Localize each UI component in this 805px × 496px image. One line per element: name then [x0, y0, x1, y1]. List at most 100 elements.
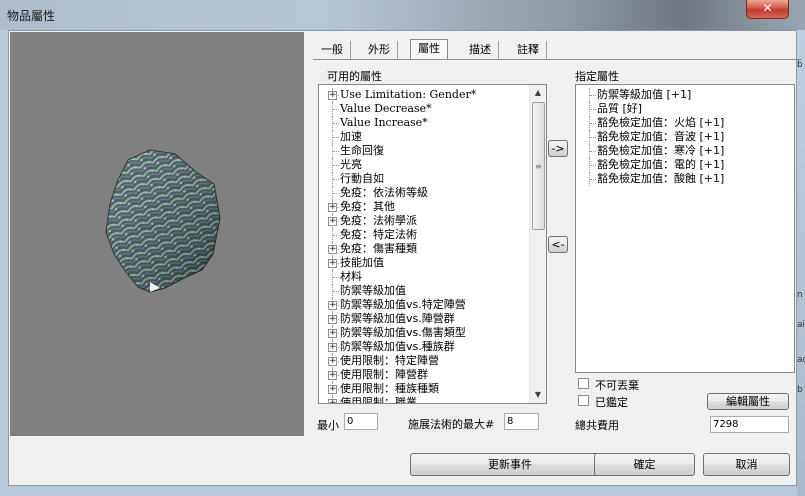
available-item-label: 免疫：特定法術 — [340, 228, 417, 241]
available-list-item[interactable]: + Use Limitation: Gender* — [319, 88, 531, 102]
assigned-list-item[interactable]: 豁免檢定加值：火焰 [+1] — [576, 116, 794, 130]
available-list-item[interactable]: + 防禦等級加值vs.特定陣營 — [319, 298, 531, 312]
ok-button[interactable]: 確定 — [594, 453, 695, 476]
available-item-label: 免疫：其他 — [340, 200, 395, 213]
min-label: 最小 — [317, 419, 339, 432]
tree-branch — [590, 109, 596, 110]
available-item-label: 行動自如 — [340, 172, 384, 185]
expand-plus-icon[interactable]: + — [328, 301, 337, 310]
expand-plus-icon[interactable]: + — [328, 329, 337, 338]
available-list-item[interactable]: + 免疫：法術學派 — [319, 214, 531, 228]
assigned-item-label: 豁免檢定加值：酸蝕 [+1] — [597, 172, 725, 185]
available-list-item[interactable]: 行動自如 — [319, 172, 531, 186]
assigned-header: 指定屬性 — [575, 70, 619, 83]
assigned-item-label: 豁免檢定加值：寒冷 [+1] — [597, 144, 725, 157]
available-item-label: 材料 — [340, 270, 362, 283]
title-bar[interactable]: 物品屬性 ✕ — [0, 0, 805, 30]
tab-strip: 一般 外形 屬性 描述 註釋 — [314, 39, 564, 60]
available-list-item[interactable]: 光亮 — [319, 158, 531, 172]
tree-branch — [590, 137, 596, 138]
available-properties-list[interactable]: + Use Limitation: Gender* Value Decrease* V… — [318, 84, 547, 404]
tab-appearance[interactable]: 外形 — [361, 41, 398, 59]
available-item-label: 加速 — [340, 130, 362, 143]
available-item-label: 使用限制：陣營群 — [340, 368, 428, 381]
tab-comments[interactable]: 註釋 — [510, 41, 547, 59]
expand-plus-icon[interactable]: + — [328, 217, 337, 226]
tree-branch — [333, 291, 339, 292]
available-list-item[interactable]: + 免疫：其他 — [319, 200, 531, 214]
assigned-list-item[interactable]: 品質 [好] — [576, 102, 794, 116]
item-model-image — [105, 149, 221, 293]
expand-plus-icon[interactable]: + — [328, 315, 337, 324]
available-item-label: 技能加值 — [340, 256, 384, 269]
available-list-item[interactable]: + 使用限制：種族種類 — [319, 382, 531, 396]
assigned-list-item[interactable]: 豁免檢定加值：寒冷 [+1] — [576, 144, 794, 158]
identified-label: 已鑑定 — [595, 396, 628, 409]
assigned-list-item[interactable]: 豁免檢定加值：音波 [+1] — [576, 130, 794, 144]
available-list-item[interactable]: 免疫：依法術等級 — [319, 186, 531, 200]
expand-plus-icon[interactable]: + — [328, 259, 337, 268]
available-list-item[interactable]: 材料 — [319, 270, 531, 284]
available-list-item[interactable]: Value Decrease* — [319, 102, 531, 116]
available-item-label: 使用限制：職業 — [340, 396, 417, 404]
identified-checkbox[interactable] — [578, 395, 589, 406]
available-item-label: 防禦等級加值vs.種族群 — [340, 340, 455, 353]
close-icon: ✕ — [762, 1, 773, 15]
max-spell-field[interactable]: 8 — [504, 413, 539, 430]
available-list-item[interactable]: + 防禦等級加值vs.陣營群 — [319, 312, 531, 326]
available-item-label: 防禦等級加值vs.陣營群 — [340, 312, 455, 325]
scroll-up-icon[interactable]: ▲ — [530, 85, 546, 101]
tree-branch — [333, 137, 339, 138]
tree-branch — [333, 151, 339, 152]
available-list-item[interactable]: 加速 — [319, 130, 531, 144]
tab-general[interactable]: 一般 — [314, 41, 351, 59]
max-spell-label: 施展法術的最大# — [408, 418, 495, 431]
available-list-item[interactable]: 免疫：特定法術 — [319, 228, 531, 242]
window-frame: 物品屬性 ✕ b n ai ac b 一般 外形 屬性 描述 註釋 可用的屬性 … — [0, 0, 805, 496]
expand-plus-icon[interactable]: + — [328, 245, 337, 254]
expand-plus-icon[interactable]: + — [328, 343, 337, 352]
expand-plus-icon[interactable]: + — [328, 385, 337, 394]
close-button[interactable]: ✕ — [746, 0, 789, 19]
available-list-item[interactable]: + 使用限制：陣營群 — [319, 368, 531, 382]
tree-branch — [590, 179, 596, 180]
available-list-item[interactable]: 防禦等級加值 — [319, 284, 531, 298]
window-title: 物品屬性 — [7, 9, 56, 23]
undroppable-checkbox[interactable] — [578, 378, 589, 389]
scroll-down-icon[interactable]: ▼ — [530, 387, 546, 403]
expand-plus-icon[interactable]: + — [328, 371, 337, 380]
available-item-label: 光亮 — [340, 158, 362, 171]
assigned-item-label: 豁免檢定加值：火焰 [+1] — [597, 116, 725, 129]
available-list-item[interactable]: + 技能加值 — [319, 256, 531, 270]
assigned-list-item[interactable]: 豁免檢定加值：酸蝕 [+1] — [576, 172, 794, 186]
expand-plus-icon[interactable]: + — [328, 399, 337, 403]
tab-description[interactable]: 描述 — [462, 41, 499, 59]
add-property-button[interactable]: -> — [548, 140, 568, 157]
available-list-item[interactable]: Value Increase* — [319, 116, 531, 130]
expand-plus-icon[interactable]: + — [328, 203, 337, 212]
assigned-properties-list[interactable]: 防禦等級加值 [+1] 品質 [好] 豁免檢定加值：火焰 [+1] 豁免檢定加值：音波… — [575, 84, 795, 373]
tree-branch — [333, 235, 339, 236]
available-item-label: 使用限制：特定陣營 — [340, 354, 439, 367]
available-list-item[interactable]: 生命回復 — [319, 144, 531, 158]
edit-properties-button[interactable]: 編輯屬性 — [707, 393, 789, 410]
available-list-item[interactable]: + 免疫：傷害種類 — [319, 242, 531, 256]
remove-property-button[interactable]: <- — [548, 236, 568, 253]
item-preview[interactable] — [10, 32, 304, 436]
update-event-button[interactable]: 更新事件 — [410, 453, 610, 476]
tab-properties[interactable]: 屬性 — [410, 39, 448, 60]
assigned-list-item[interactable]: 防禦等級加值 [+1] — [576, 88, 794, 102]
dialog-button-bar: 更新事件 確定 取消 — [9, 437, 796, 485]
expand-plus-icon[interactable]: + — [328, 357, 337, 366]
assigned-list-item[interactable]: 豁免檢定加值：電的 [+1] — [576, 158, 794, 172]
scroll-thumb[interactable]: ≡ — [532, 102, 545, 230]
available-list-item[interactable]: + 使用限制：職業 — [319, 396, 531, 404]
available-list-scrollbar[interactable]: ▲ ≡ ▼ — [529, 85, 546, 403]
cancel-button[interactable]: 取消 — [703, 453, 790, 476]
available-list-item[interactable]: + 防禦等級加值vs.傷害類型 — [319, 326, 531, 340]
min-field[interactable]: 0 — [344, 413, 378, 430]
available-list-item[interactable]: + 使用限制：特定陣營 — [319, 354, 531, 368]
available-item-label: 生命回復 — [340, 144, 384, 157]
available-list-item[interactable]: + 防禦等級加值vs.種族群 — [319, 340, 531, 354]
expand-plus-icon[interactable]: + — [328, 91, 337, 100]
